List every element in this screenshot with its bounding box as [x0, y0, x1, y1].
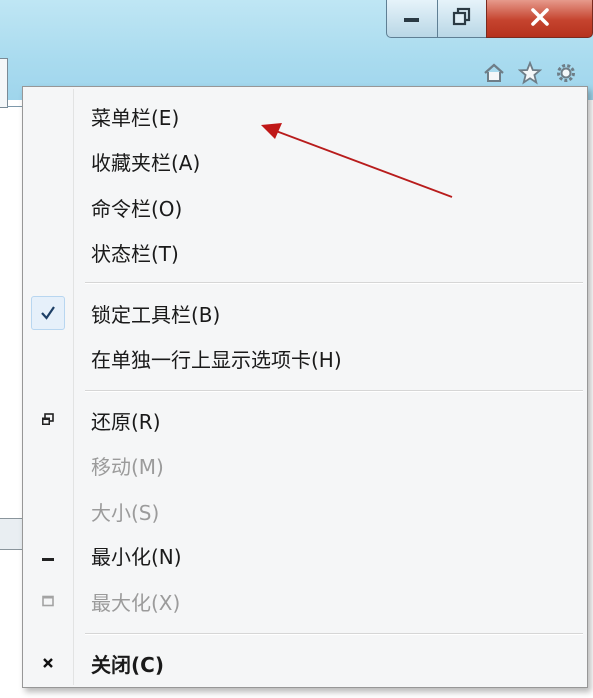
annotation-arrow: [261, 123, 453, 198]
